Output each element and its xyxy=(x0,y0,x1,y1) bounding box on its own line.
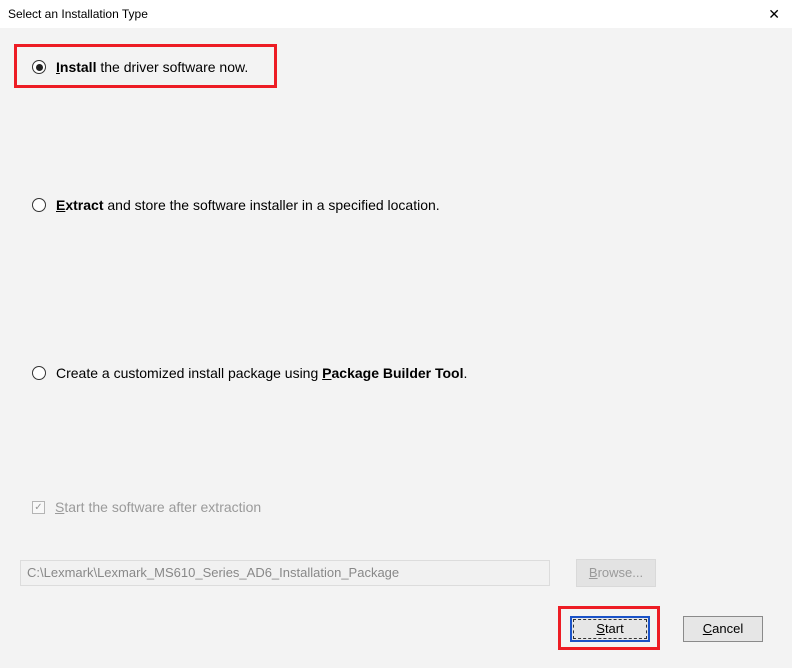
close-icon[interactable]: ✕ xyxy=(764,7,784,21)
option-extract[interactable]: Extract and store the software installer… xyxy=(32,197,440,213)
start-button[interactable]: Start xyxy=(570,616,650,642)
window-title: Select an Installation Type xyxy=(8,7,148,21)
path-input: C:\Lexmark\Lexmark_MS610_Series_AD6_Inst… xyxy=(20,560,550,586)
option-package-label[interactable]: Create a customized install package usin… xyxy=(56,365,467,381)
browse-button: Browse... xyxy=(576,559,656,587)
titlebar: Select an Installation Type ✕ xyxy=(0,0,792,28)
cancel-button[interactable]: Cancel xyxy=(683,616,763,642)
option-install-label[interactable]: Install the driver software now. xyxy=(56,59,248,75)
option-extract-label[interactable]: Extract and store the software installer… xyxy=(56,197,440,213)
checkbox-icon xyxy=(32,501,45,514)
dialog-body: Install the driver software now. Extract… xyxy=(0,28,792,668)
option-package[interactable]: Create a customized install package usin… xyxy=(32,365,467,381)
radio-extract[interactable] xyxy=(32,198,46,212)
radio-install[interactable] xyxy=(32,60,46,74)
option-install[interactable]: Install the driver software now. xyxy=(32,59,248,75)
checkbox-start-after: Start the software after extraction xyxy=(32,499,261,515)
radio-package[interactable] xyxy=(32,366,46,380)
checkbox-label: Start the software after extraction xyxy=(55,499,261,515)
